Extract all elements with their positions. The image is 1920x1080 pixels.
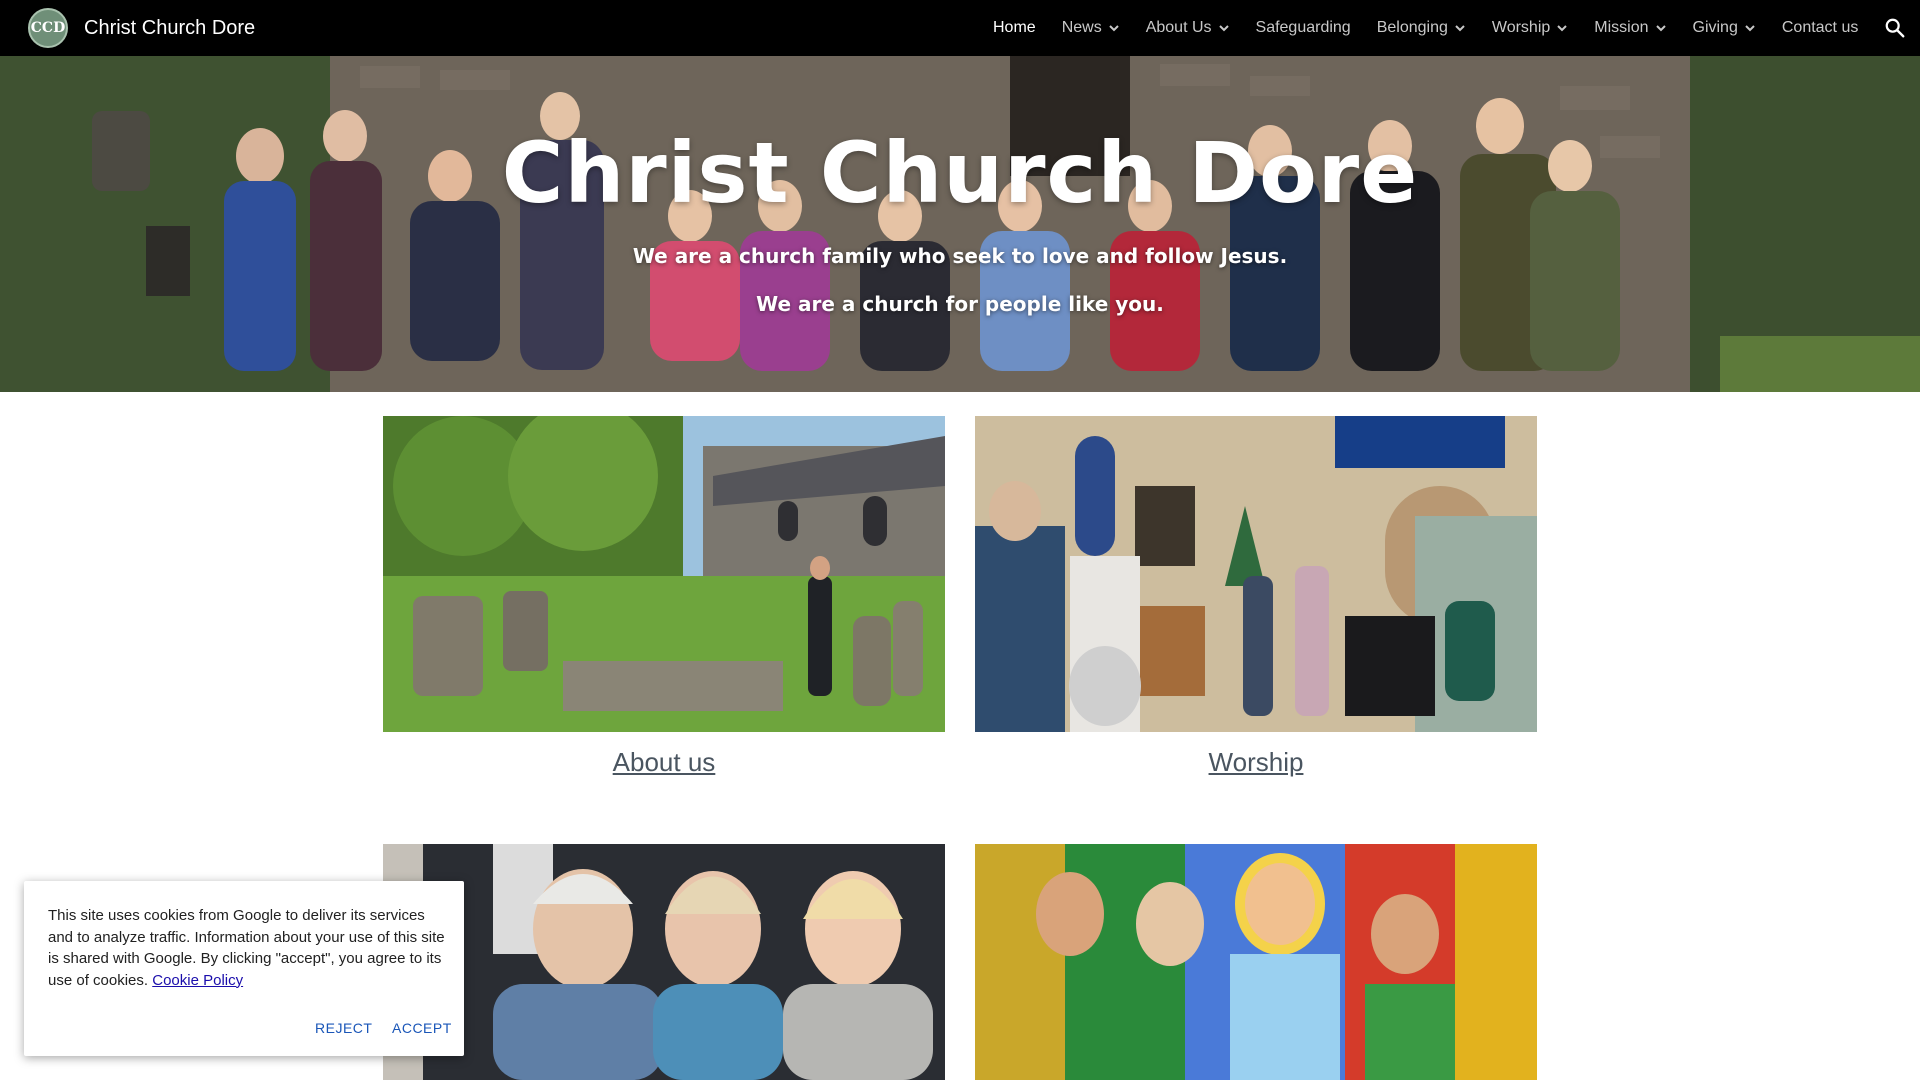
chevron-down-icon xyxy=(1655,22,1667,34)
nav-item-contact-us[interactable]: Contact us xyxy=(1782,19,1858,37)
about-us-image[interactable] xyxy=(383,416,945,732)
nav-label: Worship xyxy=(1491,19,1551,36)
nav-label: News xyxy=(1061,19,1102,36)
nav-item-home[interactable]: Home xyxy=(993,19,1036,37)
nav-label: Contact us xyxy=(1781,19,1859,36)
hero-banner: Christ Church Dore We are a church famil… xyxy=(0,56,1920,392)
main-nav: Home News About Us Safeguarding Belongin… xyxy=(993,0,1884,56)
worship-link[interactable]: Worship xyxy=(975,747,1537,778)
worship-image[interactable] xyxy=(975,416,1537,732)
hero-title: Christ Church Dore xyxy=(501,124,1419,222)
nav-label: Safeguarding xyxy=(1255,19,1351,36)
nav-item-about-us[interactable]: About Us xyxy=(1146,19,1230,37)
cookie-consent-dialog: This site uses cookies from Google to de… xyxy=(24,881,464,1056)
nav-item-worship[interactable]: Worship xyxy=(1492,19,1568,37)
site-logo[interactable]: CCD xyxy=(28,8,68,48)
hero-tagline-1: We are a church family who seek to love … xyxy=(632,244,1288,268)
cookie-message: This site uses cookies from Google to de… xyxy=(48,905,448,991)
nav-item-news[interactable]: News xyxy=(1062,19,1120,37)
chevron-down-icon xyxy=(1454,22,1466,34)
nav-label: Giving xyxy=(1692,19,1738,36)
chevron-down-icon xyxy=(1556,22,1568,34)
chevron-down-icon xyxy=(1744,22,1756,34)
site-brand[interactable]: CCD Christ Church Dore xyxy=(28,8,255,48)
nav-item-giving[interactable]: Giving xyxy=(1693,19,1756,37)
nav-label: Mission xyxy=(1594,19,1649,36)
hero-tagline-2: We are a church for people like you. xyxy=(756,292,1164,316)
cookie-policy-link[interactable]: Cookie Policy xyxy=(152,972,243,989)
stained-glass-image[interactable] xyxy=(975,844,1537,1080)
belonging-image[interactable] xyxy=(383,844,945,1080)
congregation-photo xyxy=(0,56,1920,392)
nav-label: Home xyxy=(993,19,1036,36)
top-navigation-bar: CCD Christ Church Dore Home News About U… xyxy=(0,0,1920,56)
cookie-message-text: This site uses cookies from Google to de… xyxy=(48,907,445,989)
nav-item-mission[interactable]: Mission xyxy=(1594,19,1666,37)
chevron-down-icon xyxy=(1218,22,1230,34)
chevron-down-icon xyxy=(1108,22,1120,34)
about-us-link[interactable]: About us xyxy=(383,747,945,778)
reject-button[interactable]: REJECT xyxy=(315,1020,372,1036)
site-name[interactable]: Christ Church Dore xyxy=(84,17,255,40)
nav-item-belonging[interactable]: Belonging xyxy=(1377,19,1466,37)
search-icon[interactable] xyxy=(1884,17,1906,39)
nav-label: Belonging xyxy=(1376,19,1448,36)
accept-button[interactable]: ACCEPT xyxy=(392,1020,452,1036)
nav-item-safeguarding[interactable]: Safeguarding xyxy=(1256,19,1351,37)
nav-label: About Us xyxy=(1145,19,1212,36)
